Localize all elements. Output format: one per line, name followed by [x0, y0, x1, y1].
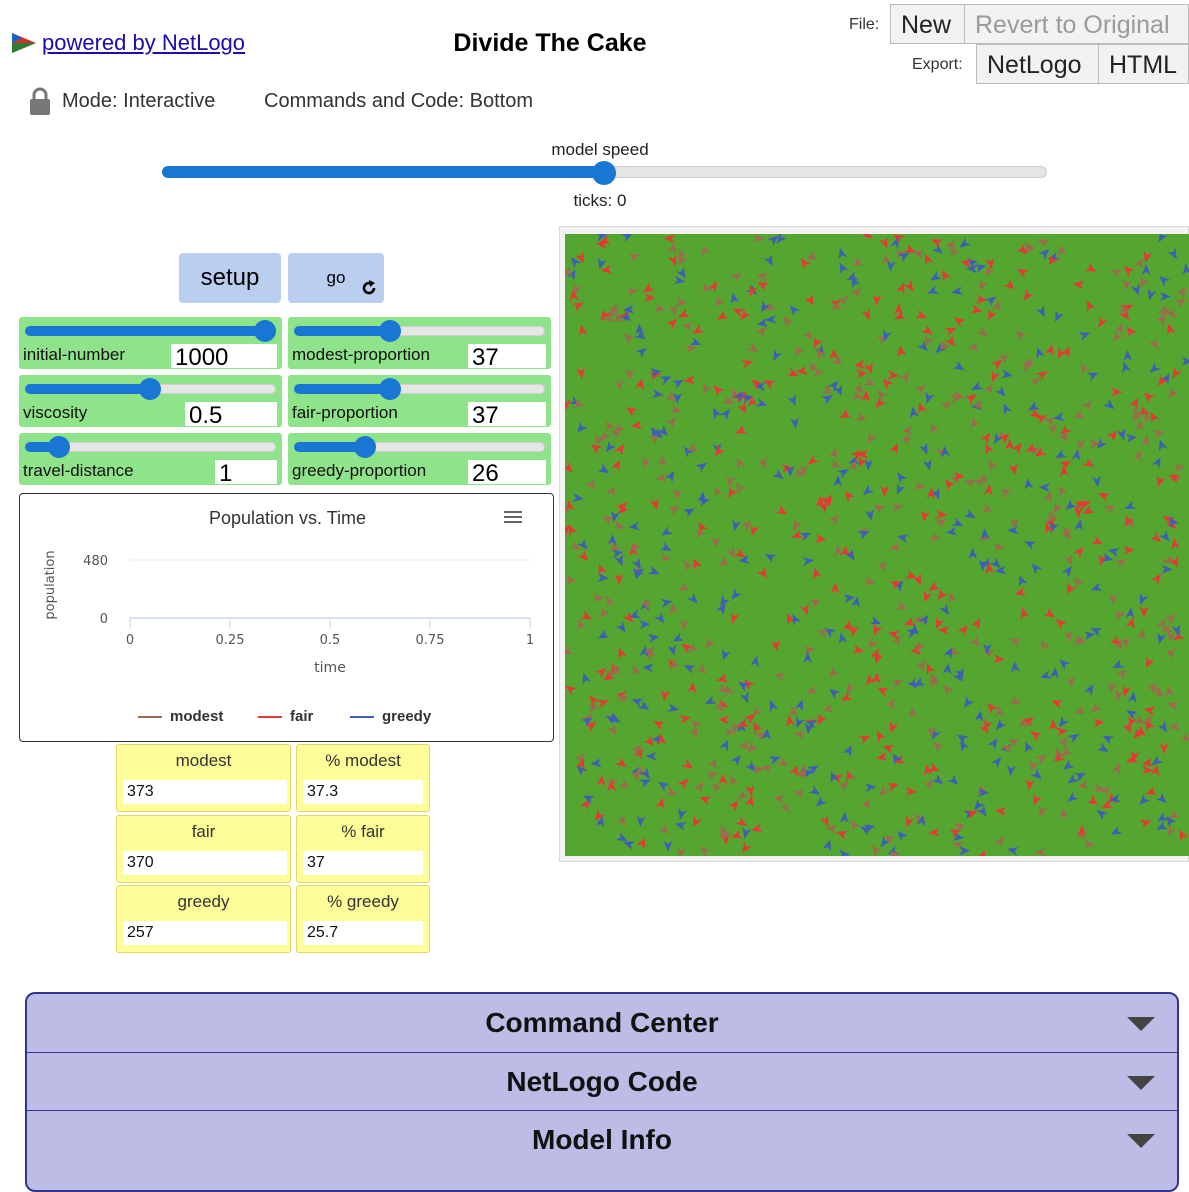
- setup-button[interactable]: setup: [179, 253, 281, 303]
- monitor-value: 257: [123, 921, 287, 945]
- x-tick-label: 0: [126, 633, 134, 648]
- chevron-down-icon: [1127, 1134, 1155, 1148]
- model-title: Divide The Cake: [453, 29, 647, 57]
- commands-position-indicator[interactable]: Commands and Code: Bottom: [264, 90, 533, 113]
- model-speed-fill: [162, 166, 604, 178]
- forever-loop-icon: [362, 280, 376, 295]
- chevron-down-icon: [1127, 1017, 1155, 1031]
- slider-fill: [294, 384, 390, 394]
- slider-travel-distance[interactable]: travel-distance 1: [19, 433, 282, 485]
- slider-thumb[interactable]: [48, 436, 70, 458]
- slider-name: initial-number: [23, 345, 126, 364]
- y-tick-label: 0: [100, 612, 108, 627]
- slider-value[interactable]: 0.5: [185, 402, 277, 426]
- slider-fair-proportion[interactable]: fair-proportion 37: [288, 375, 551, 427]
- slider-thumb[interactable]: [139, 378, 161, 400]
- monitor-value: 25.7: [303, 921, 423, 945]
- slider-fill: [294, 326, 390, 336]
- monitor-percent-greedy: % greedy 25.7: [296, 885, 430, 953]
- file-label: File:: [849, 16, 880, 33]
- monitor-percent-modest: % modest 37.3: [296, 744, 430, 812]
- slider-name: travel-distance: [23, 461, 134, 480]
- slider-value[interactable]: 1000: [171, 344, 277, 368]
- y-axis-title: population: [43, 550, 58, 619]
- monitor-fair: fair 370: [116, 815, 291, 883]
- slider-value[interactable]: 1: [215, 460, 277, 484]
- go-button[interactable]: go: [288, 253, 384, 303]
- monitor-value: 370: [123, 851, 287, 875]
- accordion-panel: Command Center NetLogo Code Model Info: [25, 992, 1179, 1192]
- y-tick-label: 480: [83, 554, 108, 569]
- plot-area: 480 0 0 0.25 0.5 0.75 1 time population: [43, 550, 534, 676]
- slider-initial-number[interactable]: initial-number 1000: [19, 317, 282, 369]
- netlogo-logo-icon: [12, 33, 36, 53]
- go-button-label: go: [326, 268, 346, 287]
- legend-swatch: [258, 715, 282, 718]
- slider-thumb[interactable]: [379, 378, 401, 400]
- chevron-down-icon: [1127, 1076, 1155, 1090]
- slider-name: greedy-proportion: [292, 461, 427, 480]
- legend-label: greedy: [382, 708, 432, 725]
- monitor-label: fair: [191, 822, 216, 841]
- slider-name: viscosity: [23, 403, 88, 422]
- x-tick-label: 0.75: [416, 633, 445, 648]
- model-speed-thumb[interactable]: [592, 161, 616, 185]
- slider-fill: [25, 384, 151, 394]
- monitor-label: % fair: [341, 822, 385, 841]
- export-label: Export:: [912, 56, 963, 73]
- accordion-label: Command Center: [485, 1007, 719, 1038]
- command-center-toggle[interactable]: Command Center: [27, 994, 1177, 1052]
- accordion-label: Model Info: [532, 1124, 672, 1155]
- netlogo-code-toggle[interactable]: NetLogo Code: [27, 1052, 1177, 1111]
- powered-by-netlogo-link[interactable]: powered by NetLogo: [10, 30, 245, 56]
- slider-modest-proportion[interactable]: modest-proportion 37: [288, 317, 551, 369]
- model-speed-label: model speed: [551, 140, 649, 159]
- monitor-percent-fair: % fair 37: [296, 815, 430, 883]
- slider-thumb[interactable]: [254, 320, 276, 342]
- slider-thumb[interactable]: [379, 320, 401, 342]
- legend-item-modest[interactable]: modest: [138, 708, 223, 725]
- slider-value[interactable]: 37: [468, 344, 546, 368]
- slider-name: fair-proportion: [292, 403, 398, 422]
- monitor-modest: modest 373: [116, 744, 291, 812]
- slider-value[interactable]: 37: [468, 402, 546, 426]
- monitor-label: % greedy: [327, 892, 399, 911]
- monitor-label: % modest: [325, 751, 401, 770]
- slider-viscosity[interactable]: viscosity 0.5: [19, 375, 282, 427]
- monitor-value: 37.3: [303, 780, 423, 804]
- monitor-label: modest: [175, 751, 232, 770]
- slider-name: modest-proportion: [292, 345, 430, 364]
- world-view[interactable]: [565, 234, 1189, 856]
- export-netlogo-button[interactable]: NetLogo: [976, 44, 1098, 84]
- slider-greedy-proportion[interactable]: greedy-proportion 26: [288, 433, 551, 485]
- legend-swatch: [350, 715, 374, 718]
- legend-label: modest: [170, 708, 224, 725]
- monitor-value: 37: [303, 851, 423, 875]
- legend-item-fair[interactable]: fair: [258, 708, 313, 725]
- world-background: [565, 234, 1189, 856]
- model-info-toggle[interactable]: Model Info: [27, 1110, 1177, 1169]
- monitor-label: greedy: [177, 892, 230, 911]
- lock-icon[interactable]: [28, 86, 52, 116]
- slider-thumb[interactable]: [354, 436, 376, 458]
- monitor-greedy: greedy 257: [116, 885, 291, 953]
- accordion-label: NetLogo Code: [506, 1066, 698, 1097]
- export-html-button[interactable]: HTML: [1098, 44, 1189, 84]
- mode-indicator: Mode: Interactive: [62, 90, 216, 112]
- slider-value[interactable]: 26: [468, 460, 546, 484]
- legend-item-greedy[interactable]: greedy: [350, 708, 431, 725]
- x-tick-label: 0.25: [216, 633, 245, 648]
- slider-fill: [25, 326, 271, 336]
- ticks-counter: ticks: 0: [573, 191, 627, 210]
- x-tick-label: 0.5: [320, 633, 341, 648]
- new-button[interactable]: New: [890, 4, 964, 44]
- powered-by-label: powered by NetLogo: [42, 30, 246, 55]
- legend-swatch: [138, 715, 162, 718]
- population-plot: Population vs. Time 480 0 0 0.25 0.5 0.75 1 tim…: [19, 493, 554, 742]
- legend-label: fair: [290, 708, 314, 725]
- revert-to-original-button[interactable]: Revert to Original: [964, 4, 1189, 44]
- x-axis-title: time: [314, 660, 346, 676]
- monitor-value: 373: [123, 780, 287, 804]
- x-tick-label: 1: [526, 633, 534, 648]
